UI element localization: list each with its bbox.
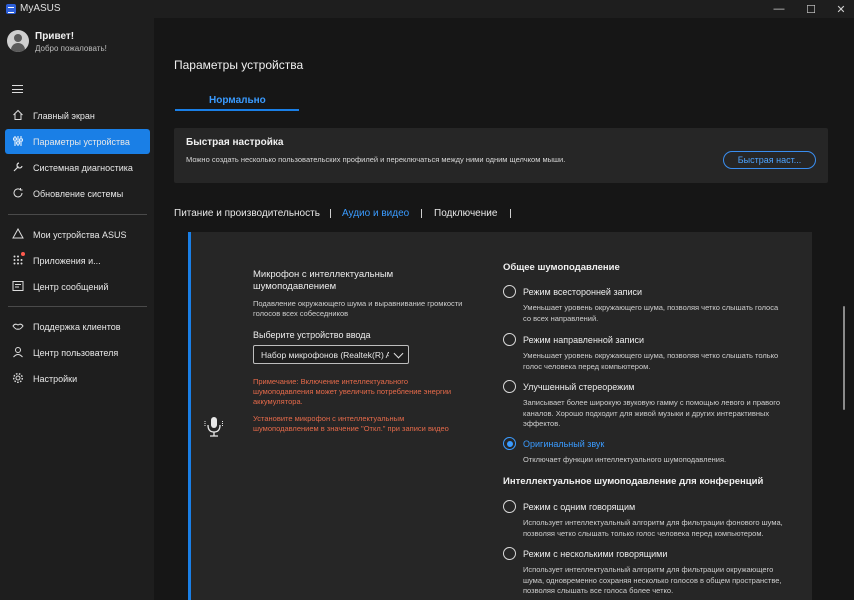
sidebar-item-label: Системная диагностика (33, 163, 133, 173)
sidebar-item-label: Главный экран (33, 111, 95, 121)
sidebar-item-label: Центр пользователя (33, 348, 119, 358)
quick-setup-button[interactable]: Быстрая наст... (723, 151, 816, 169)
option-label[interactable]: Улучшенный стереорежим (523, 382, 634, 392)
title-bar: MyASUS — ☐ ✕ (0, 0, 854, 18)
option-description: Отключает функции интеллектуального шумо… (523, 455, 727, 464)
option-label[interactable]: Режим с одним говорящим (523, 502, 635, 512)
radio-stereo-mode[interactable] (503, 380, 516, 393)
menu-hamburger-icon[interactable] (12, 85, 23, 93)
page-title: Параметры устройства (174, 58, 304, 72)
sidebar-item-home[interactable]: Главный экран (5, 103, 150, 128)
sidebar-item-label: Центр сообщений (33, 282, 109, 292)
sidebar-item-label: Поддержка клиентов (33, 322, 121, 332)
video-recording-note: Установите микрофон с интеллектуальным ш… (253, 414, 449, 433)
tab-connectivity[interactable]: Подключение (434, 208, 497, 219)
input-device-select[interactable]: Набор микрофонов (Realtek(R) Audio) (253, 345, 409, 364)
home-icon (13, 109, 23, 120)
radio-single-speaker[interactable] (503, 500, 516, 513)
radio-multi-speaker[interactable] (503, 547, 516, 560)
option-label[interactable]: Режим направленной записи (523, 335, 644, 345)
tab-separator (330, 209, 331, 218)
option-description: Использует интеллектуальный алгоритм для… (523, 565, 782, 595)
option-description: Записывает более широкую звуковую гамму … (523, 398, 780, 428)
sidebar-item-device-settings[interactable]: Параметры устройства (5, 129, 150, 154)
greeting-text: Привет! (35, 31, 75, 42)
vertical-scrollbar[interactable] (843, 306, 845, 410)
app-title: MyASUS (20, 3, 61, 14)
sliders-icon (13, 136, 23, 146)
option-label[interactable]: Режим всесторонней записи (523, 287, 642, 297)
option-description: Использует интеллектуальный алгоритм для… (523, 518, 783, 538)
ai-noise-cancel-panel: Микрофон с интеллектуальным шумоподавлен… (188, 232, 812, 600)
maximize-button[interactable]: ☐ (795, 0, 827, 18)
tab-profile-normal[interactable]: Нормально (209, 95, 266, 106)
sidebar-item-label: Настройки (33, 374, 78, 384)
option-description: Уменьшает уровень окружающего шума, позв… (523, 351, 779, 371)
option-description: Уменьшает уровень окружающего шума, позв… (523, 303, 779, 323)
quick-setup-card: Быстрая настройка Можно создать нескольк… (174, 128, 828, 183)
close-window-button[interactable]: ✕ (825, 0, 854, 18)
wrench-icon (13, 162, 23, 172)
message-icon (12, 281, 24, 291)
general-section-title: Общее шумоподавление (503, 262, 620, 273)
conference-section-title: Интеллектуальное шумоподавление для конф… (503, 476, 764, 487)
minimize-icon: — (773, 3, 785, 15)
quick-setup-button-label: Быстрая наст... (737, 155, 802, 165)
radio-omni-mode[interactable] (503, 285, 516, 298)
mic-feature-description: Подавление окружающего шума и выравниван… (253, 299, 463, 318)
close-icon: ✕ (836, 3, 846, 16)
sidebar-item-apps[interactable]: Приложения и... (5, 248, 150, 273)
notification-badge (21, 252, 25, 256)
gear-icon (12, 372, 24, 384)
tab-audio-video[interactable]: Аудио и видео (342, 208, 409, 219)
support-icon (12, 323, 24, 330)
sidebar-item-my-devices[interactable]: Мои устройства ASUS (5, 222, 150, 247)
input-device-value: Набор микрофонов (Realtek(R) Audio) (261, 350, 389, 360)
sidebar-divider (8, 306, 147, 307)
devices-icon (12, 228, 24, 239)
sidebar-item-user-center[interactable]: Центр пользователя (5, 340, 150, 365)
quick-setup-description: Можно создать несколько пользовательских… (186, 155, 566, 164)
tab-separator (421, 209, 422, 218)
sidebar-item-system-update[interactable]: Обновление системы (5, 181, 150, 206)
sidebar-item-message-center[interactable]: Центр сообщений (5, 274, 150, 299)
asus-logo-icon (6, 4, 16, 14)
microphone-icon (204, 417, 223, 437)
main-content: Параметры устройства Нормально Быстрая н… (154, 18, 854, 600)
battery-warning-note: Примечание: Включение интеллектуального … (253, 377, 452, 406)
refresh-icon (13, 188, 23, 198)
sidebar-item-label: Приложения и... (33, 256, 101, 266)
tab-power-performance[interactable]: Питание и производительность (174, 208, 320, 219)
option-label[interactable]: Оригинальный звук (523, 439, 604, 449)
radio-directional-mode[interactable] (503, 333, 516, 346)
maximize-icon: ☐ (806, 3, 816, 16)
tab-separator (510, 209, 511, 218)
active-tab-indicator (175, 109, 299, 111)
user-icon (13, 347, 23, 358)
sidebar-item-settings[interactable]: Настройки (5, 366, 150, 391)
sidebar-item-diagnostics[interactable]: Системная диагностика (5, 155, 150, 180)
sidebar-item-label: Мои устройства ASUS (33, 230, 127, 240)
avatar[interactable] (7, 30, 29, 52)
input-device-label: Выберите устройство ввода (253, 330, 371, 340)
sidebar-item-label: Обновление системы (33, 189, 124, 199)
sidebar-divider (8, 214, 147, 215)
option-label[interactable]: Режим с несколькими говорящими (523, 549, 667, 559)
radio-original-sound[interactable] (503, 437, 516, 450)
sidebar-item-label: Параметры устройства (33, 137, 130, 147)
minimize-button[interactable]: — (763, 0, 795, 18)
mic-feature-title: Микрофон с интеллектуальным шумоподавлен… (253, 269, 394, 292)
welcome-text: Добро пожаловать! (35, 44, 107, 53)
chevron-down-icon (393, 348, 404, 359)
quick-setup-title: Быстрая настройка (186, 137, 284, 148)
sidebar: Привет! Добро пожаловать! Главный экран … (0, 18, 154, 600)
sidebar-item-support[interactable]: Поддержка клиентов (5, 314, 150, 339)
